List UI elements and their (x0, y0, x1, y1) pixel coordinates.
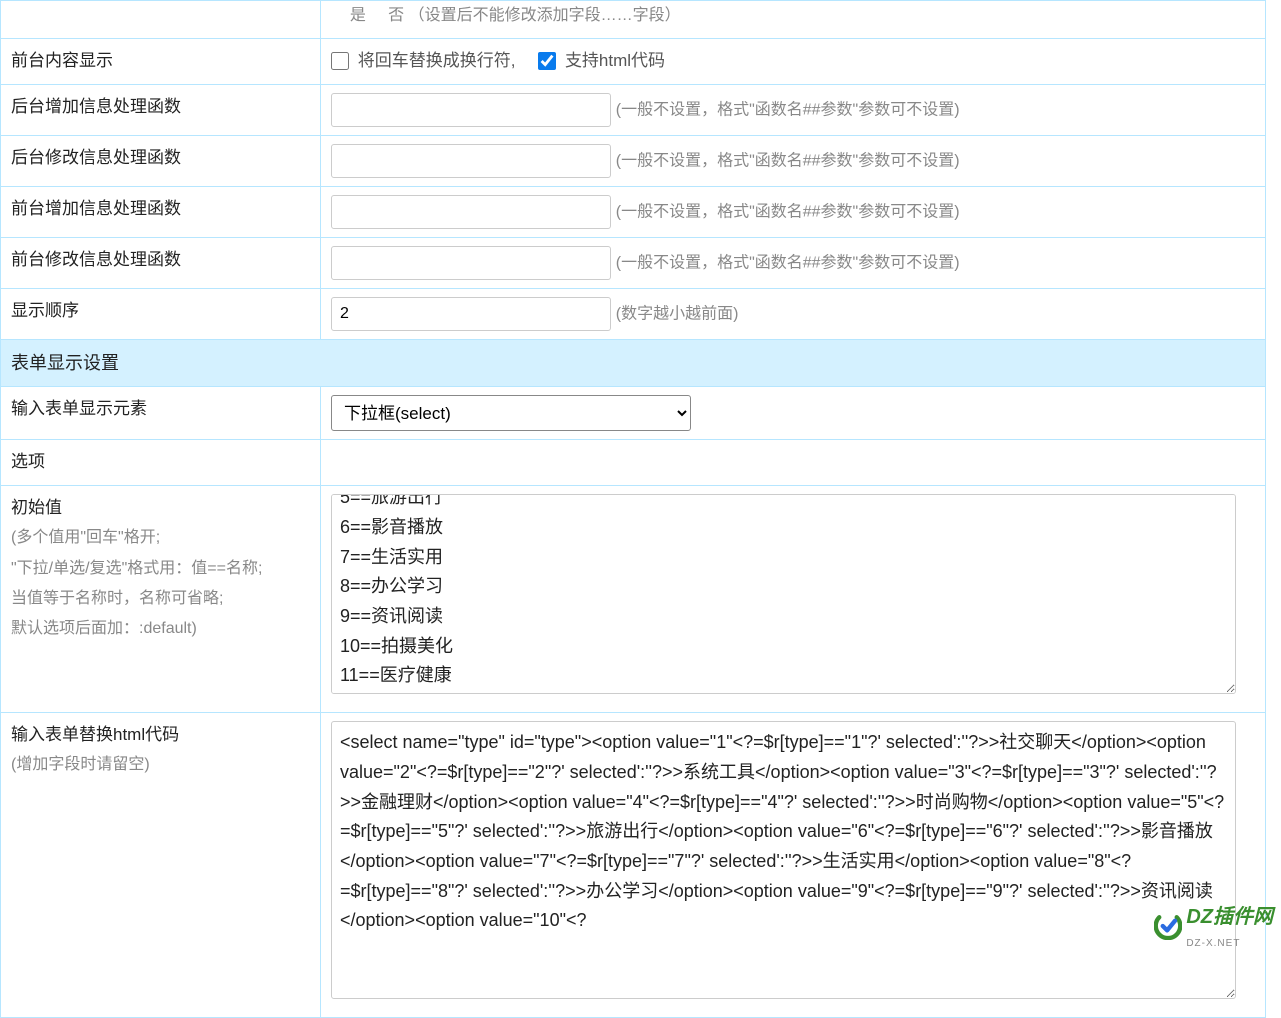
row-front-add-fn: 前台增加信息处理函数 (一般不设置，格式"函数名##参数"参数可不设置) (1, 186, 1266, 237)
input-backend-add-fn[interactable] (331, 93, 611, 127)
textarea-initial-value[interactable] (331, 494, 1236, 694)
settings-table: 是 否 （设置后不能修改添加字段……字段） 前台内容显示 将回车替换成换行符, … (0, 0, 1266, 1018)
checkbox-support-html-label: 支持html代码 (565, 51, 665, 70)
row-backend-mod-fn: 后台修改信息处理函数 (一般不设置，格式"函数名##参数"参数可不设置) (1, 135, 1266, 186)
row-form-element: 输入表单显示元素 下拉框(select) (1, 387, 1266, 440)
label-display-order: 显示顺序 (1, 288, 321, 339)
section-form-display-title: 表单显示设置 (1, 339, 1266, 387)
label-front-mod-fn: 前台修改信息处理函数 (1, 237, 321, 288)
row-display-order: 显示顺序 (数字越小越前面) (1, 288, 1266, 339)
select-form-element[interactable]: 下拉框(select) (331, 395, 691, 431)
input-display-order[interactable] (331, 297, 611, 331)
input-front-add-fn[interactable] (331, 195, 611, 229)
row-backend-add-fn: 后台增加信息处理函数 (一般不设置，格式"函数名##参数"参数可不设置) (1, 84, 1266, 135)
hint-initial-4: 默认选项后面加：:default) (11, 614, 310, 644)
hint-initial-3: 当值等于名称时，名称可省略; (11, 584, 310, 614)
hint-initial-1: (多个值用"回车"格开; (11, 523, 310, 553)
row-initial-value: 初始值 (多个值用"回车"格开; "下拉/单选/复选"格式用：值==名称; 当值… (1, 486, 1266, 713)
top-partial-hint: 是 否 （设置后不能修改添加字段……字段） (341, 7, 681, 24)
checkbox-support-html[interactable] (538, 52, 556, 70)
input-backend-mod-fn[interactable] (331, 144, 611, 178)
label-front-display: 前台内容显示 (1, 38, 321, 84)
row-front-mod-fn: 前台修改信息处理函数 (一般不设置，格式"函数名##参数"参数可不设置) (1, 237, 1266, 288)
hint-initial-2: "下拉/单选/复选"格式用：值==名称; (11, 554, 310, 584)
hint-front-mod-fn: (一般不设置，格式"函数名##参数"参数可不设置) (616, 254, 960, 271)
row-options: 选项 (1, 440, 1266, 486)
label-form-element: 输入表单显示元素 (1, 387, 321, 440)
hint-display-order: (数字越小越前面) (616, 305, 739, 322)
partial-top-row: 是 否 （设置后不能修改添加字段……字段） (1, 1, 1266, 39)
row-front-display: 前台内容显示 将回车替换成换行符, 支持html代码 (1, 38, 1266, 84)
label-front-add-fn: 前台增加信息处理函数 (1, 186, 321, 237)
checkbox-replace-newline[interactable] (331, 52, 349, 70)
row-replace-html: 输入表单替换html代码 (增加字段时请留空) (1, 713, 1266, 1018)
hint-backend-mod-fn: (一般不设置，格式"函数名##参数"参数可不设置) (616, 152, 960, 169)
hint-backend-add-fn: (一般不设置，格式"函数名##参数"参数可不设置) (616, 101, 960, 118)
label-backend-add-fn: 后台增加信息处理函数 (1, 84, 321, 135)
hint-replace-html: (增加字段时请留空) (11, 750, 310, 780)
checkbox-replace-newline-label: 将回车替换成换行符, (358, 51, 516, 70)
label-backend-mod-fn: 后台修改信息处理函数 (1, 135, 321, 186)
textarea-replace-html[interactable] (331, 721, 1236, 999)
hint-front-add-fn: (一般不设置，格式"函数名##参数"参数可不设置) (616, 203, 960, 220)
section-form-display: 表单显示设置 (1, 339, 1266, 387)
label-options: 选项 (1, 440, 321, 486)
label-replace-html: 输入表单替换html代码 (11, 725, 179, 744)
input-front-mod-fn[interactable] (331, 246, 611, 280)
label-initial-value: 初始值 (11, 498, 62, 517)
